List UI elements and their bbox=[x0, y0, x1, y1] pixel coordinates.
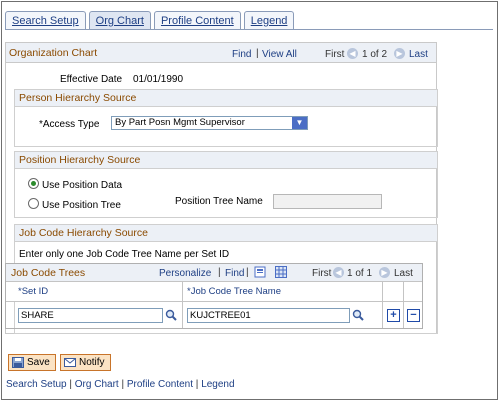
position-tree-name-input bbox=[273, 194, 382, 209]
notify-button[interactable]: Notify bbox=[60, 354, 111, 371]
job-code-instruction: Enter only one Job Code Tree Name per Se… bbox=[19, 249, 230, 260]
view-all-icon[interactable] bbox=[254, 266, 266, 278]
bottom-nav: Search Setup | Org Chart | Profile Conte… bbox=[6, 379, 235, 390]
tab-org-chart[interactable]: Org Chart bbox=[88, 11, 151, 30]
grid-last-label: Last bbox=[394, 268, 413, 279]
access-type-select[interactable]: By Part Posn Mgmt Supervisor ▼ bbox=[111, 116, 308, 130]
previous-icon[interactable]: ◀ bbox=[347, 48, 358, 59]
organization-chart-title: Organization Chart bbox=[9, 47, 98, 59]
save-label: Save bbox=[27, 357, 50, 368]
use-position-data-radio[interactable] bbox=[28, 178, 39, 189]
tab-underline bbox=[5, 29, 493, 30]
column-divider bbox=[403, 302, 404, 328]
add-row-button[interactable]: + bbox=[387, 309, 400, 322]
table-row: SHARE KUJCTREE01 + − bbox=[6, 302, 422, 328]
delete-row-button[interactable]: − bbox=[407, 309, 420, 322]
column-divider bbox=[382, 302, 383, 328]
job-code-hierarchy-title: Job Code Hierarchy Source bbox=[15, 225, 437, 242]
job-code-tree-name-input[interactable]: KUJCTREE01 bbox=[187, 308, 350, 323]
col-tree-name[interactable]: *Job Code Tree Name bbox=[187, 286, 281, 297]
tab-legend[interactable]: Legend bbox=[243, 11, 295, 30]
first-label: First bbox=[325, 49, 345, 60]
grid-first-label: First bbox=[312, 268, 332, 279]
use-position-tree-label: Use Position Tree bbox=[42, 200, 121, 211]
radio-selected-dot bbox=[31, 181, 36, 186]
tab-search-setup[interactable]: Search Setup bbox=[5, 11, 86, 30]
bottom-link-profile-content[interactable]: Profile Content bbox=[127, 379, 193, 390]
access-type-value: By Part Posn Mgmt Supervisor bbox=[115, 117, 245, 128]
position-tree-name-label: Position Tree Name bbox=[175, 196, 263, 207]
next-icon[interactable]: ▶ bbox=[394, 48, 405, 59]
bottom-link-org-chart[interactable]: Org Chart bbox=[75, 379, 119, 390]
effective-date-value: 01/01/1990 bbox=[133, 74, 184, 85]
setid-lookup-icon[interactable] bbox=[165, 309, 177, 321]
grid-title: Job Code Trees bbox=[11, 267, 86, 279]
view-all-link[interactable]: View All bbox=[262, 49, 297, 60]
grid-find-link[interactable]: Find bbox=[225, 268, 244, 279]
effective-date-label: Effective Date bbox=[60, 74, 123, 85]
column-divider bbox=[403, 282, 404, 301]
grid-header: Job Code Trees Personalize | Find | Firs… bbox=[6, 264, 422, 282]
bottom-link-search-setup[interactable]: Search Setup bbox=[6, 379, 67, 390]
separator: | bbox=[218, 267, 221, 278]
notify-icon bbox=[64, 358, 76, 367]
column-divider bbox=[182, 302, 183, 328]
access-type-label: *Access Type bbox=[39, 119, 100, 130]
organization-chart-header: Organization Chart Find | View All First… bbox=[6, 43, 436, 63]
save-icon bbox=[12, 357, 24, 368]
grid-next-icon[interactable]: ▶ bbox=[379, 267, 390, 278]
position-hierarchy-title: Position Hierarchy Source bbox=[15, 152, 437, 169]
tab-bar: Search Setup Org Chart Profile Content L… bbox=[5, 11, 297, 30]
setid-input[interactable]: SHARE bbox=[18, 308, 163, 323]
find-link[interactable]: Find bbox=[232, 49, 251, 60]
save-button[interactable]: Save bbox=[8, 354, 56, 371]
download-icon[interactable] bbox=[275, 266, 287, 278]
grid-row-count: 1 of 1 bbox=[347, 268, 373, 279]
column-divider bbox=[182, 282, 183, 301]
bottom-link-legend[interactable]: Legend bbox=[201, 379, 234, 390]
grid-previous-icon[interactable]: ◀ bbox=[333, 267, 344, 278]
chevron-down-icon[interactable]: ▼ bbox=[292, 117, 307, 129]
column-divider bbox=[382, 282, 383, 301]
separator: | bbox=[246, 267, 249, 278]
tab-profile-content[interactable]: Profile Content bbox=[153, 11, 241, 30]
tree-lookup-icon[interactable] bbox=[352, 309, 364, 321]
use-position-tree-radio[interactable] bbox=[28, 198, 39, 209]
row-count: 1 of 2 bbox=[362, 49, 388, 60]
grid-column-headers: *Set ID *Job Code Tree Name bbox=[6, 282, 422, 302]
use-position-data-label: Use Position Data bbox=[42, 180, 123, 191]
job-code-trees-grid: Job Code Trees Personalize | Find | Firs… bbox=[5, 263, 423, 329]
separator: | bbox=[256, 48, 259, 59]
notify-label: Notify bbox=[79, 357, 105, 368]
col-setid[interactable]: *Set ID bbox=[18, 286, 48, 297]
last-link[interactable]: Last bbox=[409, 49, 428, 60]
personalize-link[interactable]: Personalize bbox=[159, 268, 211, 279]
person-hierarchy-title: Person Hierarchy Source bbox=[15, 90, 437, 107]
